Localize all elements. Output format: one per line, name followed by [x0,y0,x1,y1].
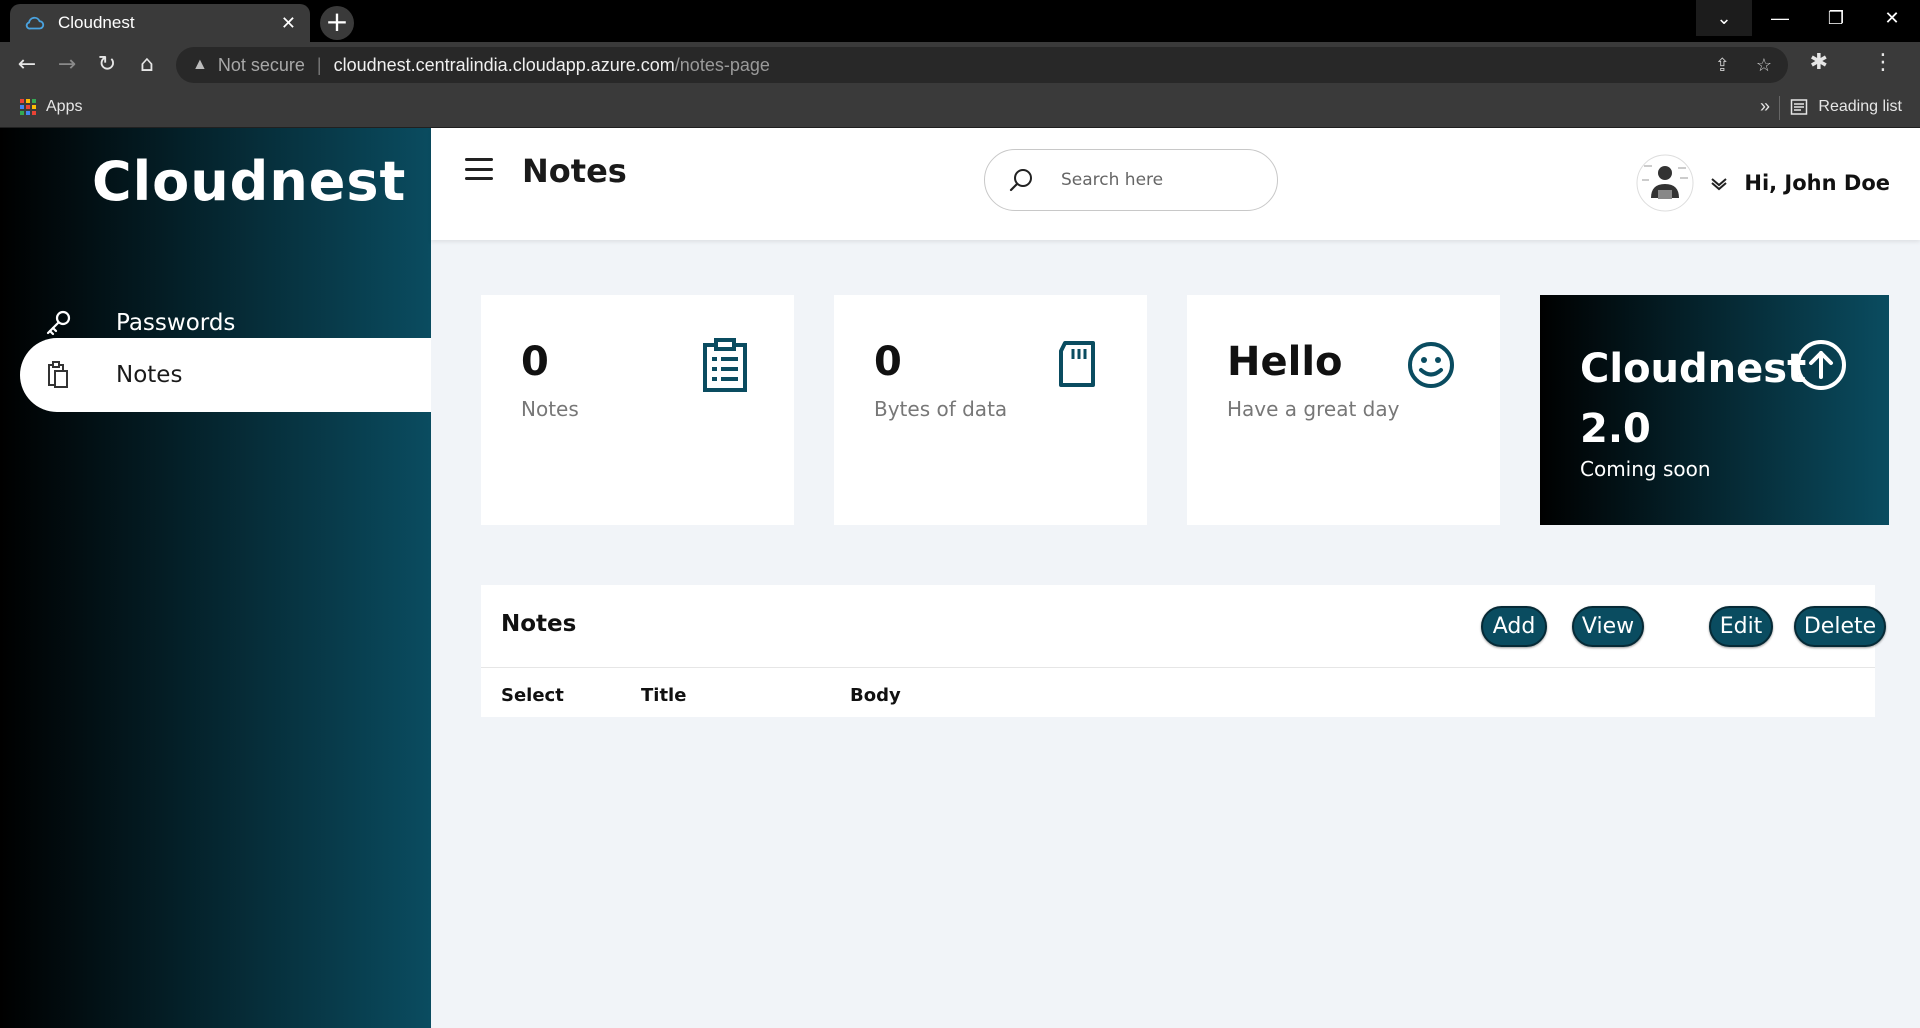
bookmark-star-icon[interactable]: ☆ [1756,55,1772,76]
notes-count: 0 [521,339,549,385]
browser-titlebar: Cloudnest ✕ + ⌄ — ❐ ✕ [0,0,1920,42]
forward-icon[interactable]: → [52,50,82,80]
bytes-label: Bytes of data [874,397,1008,421]
clipboard-list-icon [703,338,747,392]
delete-button[interactable]: Delete [1794,606,1886,647]
sidebar-item-notes[interactable]: Notes [20,338,431,412]
new-tab-button[interactable]: + [320,6,354,40]
greeting-subtitle: Have a great day [1227,397,1400,421]
smiley-icon [1408,342,1454,388]
bookmarks-overflow-icon[interactable]: » [1760,96,1770,117]
tab-search-icon[interactable]: ⌄ [1696,0,1752,36]
sd-card-icon [1059,341,1095,387]
address-divider: | [316,54,322,75]
add-button[interactable]: Add [1481,606,1547,647]
minimize-icon[interactable]: — [1752,0,1808,36]
menu-kebab-icon[interactable]: ⋮ [1872,50,1894,75]
apps-label: Apps [46,98,83,115]
notes-panel: Notes Add View Edit Delete Select Title … [481,585,1886,717]
main-content: Notes Search here Hi, John Doe 0 Notes 0… [431,128,1920,1028]
tab-close-icon[interactable]: ✕ [281,13,296,34]
reading-list-button[interactable]: Reading list [1790,98,1902,116]
reading-list-icon [1791,99,1808,115]
key-icon [40,305,76,341]
arrow-up-circle-icon [1796,340,1846,390]
column-header-body: Body [850,685,901,706]
promo-subtitle: Coming soon [1580,457,1711,481]
url-path: /notes-page [674,54,770,75]
address-bar[interactable]: ▲ Not secure | cloudnest.centralindia.cl… [176,47,1788,83]
greeting-card: Hello Have a great day [1187,295,1500,525]
home-icon[interactable]: ⌂ [132,50,162,80]
sidebar: Cloudnest Passwords Notes [0,128,431,1028]
notes-panel-header: Notes Add View Edit Delete [481,585,1886,668]
top-header: Notes Search here Hi, John Doe [431,128,1920,240]
sidebar-item-label: Notes [116,362,183,388]
promo-card[interactable]: Cloudnest 2.0 Coming soon [1540,295,1889,525]
reload-icon[interactable]: ↻ [92,50,122,80]
bookmarks-divider [1779,96,1780,120]
app: Cloudnest Passwords Notes Notes Search h… [0,128,1920,1028]
avatar [1636,154,1694,212]
user-menu[interactable]: Hi, John Doe [1636,154,1890,212]
warning-icon: ▲ [192,56,208,73]
cloud-icon [25,16,45,30]
url-host: cloudnest.centralindia.cloudapp.azure.co… [333,54,675,75]
chevron-down-icon[interactable] [1708,172,1730,194]
sidebar-item-label: Passwords [116,310,236,336]
back-icon[interactable]: ← [12,50,42,80]
search-input[interactable] [1061,170,1251,190]
apps-grid-icon [20,99,36,115]
browser-toolbar: ← → ↻ ⌂ ▲ Not secure | cloudnest.central… [0,42,1920,88]
browser-tab[interactable]: Cloudnest ✕ [10,4,310,42]
tab-title: Cloudnest [58,13,135,32]
bytes-count: 0 [874,339,902,385]
clipboard-icon [40,357,76,393]
reading-list-label: Reading list [1818,98,1902,115]
notes-count-card: 0 Notes [481,295,794,525]
search-icon [1009,169,1032,192]
column-header-select: Select [501,685,564,706]
bookmarks-bar: Apps » Reading list [0,88,1920,128]
page-title: Notes [522,152,627,190]
bytes-card: 0 Bytes of data [834,295,1147,525]
restore-icon[interactable]: ❐ [1808,0,1864,36]
column-header-title: Title [641,685,687,706]
search-box[interactable] [984,149,1278,211]
view-button[interactable]: View [1572,606,1644,647]
promo-title: Cloudnest 2.0 [1580,346,1807,452]
share-icon[interactable]: ⇪ [1715,55,1730,76]
user-greeting: Hi, John Doe [1744,171,1890,195]
apps-bookmark[interactable]: Apps [20,98,82,116]
notes-panel-title: Notes [501,611,577,637]
not-secure-label: Not secure [217,54,305,75]
brand-logo[interactable]: Cloudnest [92,150,406,213]
edit-button[interactable]: Edit [1709,606,1773,647]
greeting-title: Hello [1227,339,1343,385]
window-close-icon[interactable]: ✕ [1864,0,1920,36]
extensions-icon[interactable]: ✱ [1810,50,1828,75]
hamburger-menu-icon[interactable] [465,158,493,180]
notes-count-label: Notes [521,397,579,421]
